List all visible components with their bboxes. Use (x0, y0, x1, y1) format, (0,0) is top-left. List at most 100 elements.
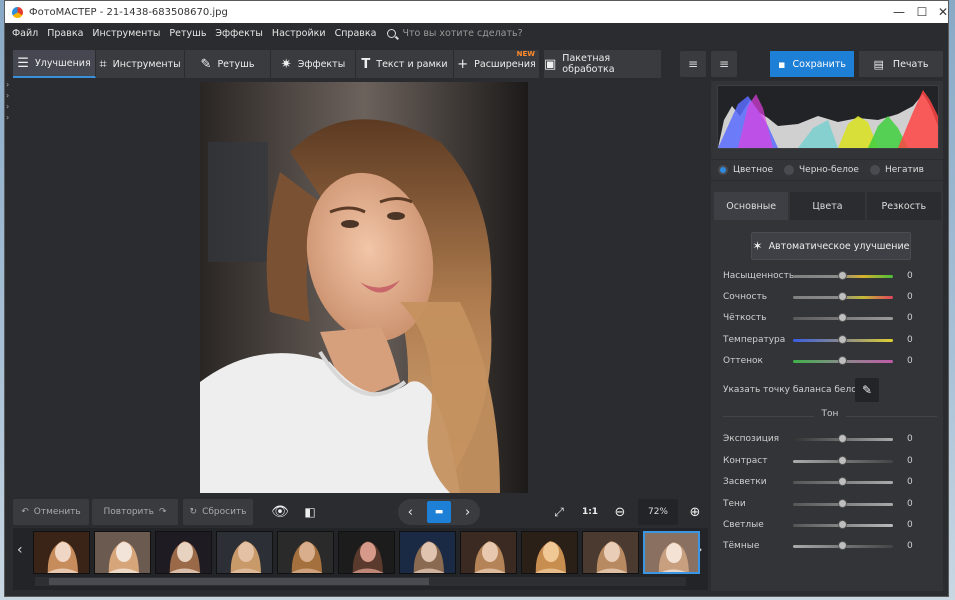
filmstrip-thumbnail[interactable] (155, 531, 212, 574)
radio-black-white-label: Черно-белое (799, 165, 859, 175)
menu-file[interactable]: Файл (12, 28, 38, 39)
slider-label: Чёткость (723, 313, 767, 323)
redo-button[interactable]: Повторить ↷ (92, 499, 178, 525)
tab-extensions[interactable]: + Расширения NEW (454, 50, 540, 78)
filmstrip-thumbnail[interactable] (94, 531, 151, 574)
zoom-in-button[interactable]: ⊕ (685, 499, 705, 525)
filmstrip-thumbnail[interactable] (521, 531, 578, 574)
menu-help[interactable]: Справка (335, 28, 377, 39)
zoom-out-button[interactable]: ⊖ (610, 499, 630, 525)
slider-label: Тени (723, 499, 746, 509)
slider-label: Сочность (723, 292, 767, 302)
image-canvas[interactable] (13, 79, 708, 495)
scrollbar-thumb[interactable] (49, 578, 429, 585)
slider-value: 0 (907, 541, 913, 551)
slider-handle[interactable] (838, 456, 847, 465)
slider-temperature[interactable]: Температура 0 (723, 333, 933, 347)
text-icon: T (361, 56, 371, 72)
radio-negative[interactable]: Негатив (869, 165, 924, 175)
slider-saturation[interactable]: Насыщенность 0 (723, 269, 933, 283)
brush-icon: ✎ (200, 56, 212, 72)
compare-button[interactable]: ◧ (297, 499, 323, 525)
filmstrip-scrollbar[interactable] (35, 577, 686, 586)
radio-color[interactable]: Цветное (718, 165, 773, 175)
sparkle-icon: ✷ (280, 56, 292, 72)
menu-edit[interactable]: Правка (47, 28, 83, 39)
slider-handle[interactable] (838, 520, 847, 529)
save-button[interactable]: ▪ Сохранить (770, 51, 854, 77)
white-balance-picker-button[interactable]: ✎ (855, 378, 879, 402)
slider-handle[interactable] (838, 313, 847, 322)
slider-shadows[interactable]: Тени 0 (723, 497, 933, 511)
slider-clarity[interactable]: Чёткость 0 (723, 311, 933, 325)
tab-effects-label: Эффекты (297, 58, 346, 70)
slider-highlights[interactable]: Засветки 0 (723, 475, 933, 489)
tab-enhancements-label: Улучшения (34, 57, 91, 69)
reset-button[interactable]: ↻ Сбросить (183, 499, 253, 525)
presets-settings-button[interactable]: ≡ (680, 51, 706, 77)
sliders-info-icon: ≡ (718, 57, 730, 71)
slider-blacks[interactable]: Тёмные 0 (723, 539, 933, 553)
save-label: Сохранить (792, 58, 846, 70)
tab-colors[interactable]: Цвета (790, 192, 865, 220)
tab-text-frames[interactable]: T Текст и рамки (356, 50, 454, 78)
zoom-value-field[interactable]: 72% (638, 499, 678, 525)
histogram-graph (718, 90, 938, 148)
chevron-right-icon: › (6, 102, 10, 111)
filmstrip-thumbnail[interactable] (399, 531, 456, 574)
slider-handle[interactable] (838, 499, 847, 508)
eye-icon: 👁 (271, 504, 289, 520)
filmstrip-thumbnail[interactable] (582, 531, 639, 574)
tab-enhancements[interactable]: ☰ Улучшения (13, 50, 96, 78)
slider-label: Насыщенность (723, 271, 795, 281)
slider-whites[interactable]: Светлые 0 (723, 518, 933, 532)
filmstrip-thumbnail[interactable] (33, 531, 90, 574)
file-navigation-group: ‹ ▬ › (398, 499, 480, 525)
white-balance-row: Указать точку баланса белого (723, 378, 933, 402)
edited-photo[interactable] (200, 82, 528, 493)
slider-tint[interactable]: Оттенок 0 (723, 354, 933, 368)
radio-empty-icon (869, 165, 880, 175)
filmstrip-thumbnail[interactable] (338, 531, 395, 574)
fit-to-window-button[interactable]: ⤢ (547, 499, 571, 525)
tab-basic[interactable]: Основные (714, 192, 789, 220)
menu-settings[interactable]: Настройки (272, 28, 326, 39)
plus-circle-icon: ⊕ (689, 504, 701, 520)
slider-exposure[interactable]: Экспозиция 0 (723, 432, 933, 446)
slider-handle[interactable] (838, 292, 847, 301)
tab-tools[interactable]: ⌗ Инструменты (96, 50, 185, 78)
close-button[interactable]: ✕ (926, 1, 948, 23)
tab-sharpness[interactable]: Резкость (866, 192, 941, 220)
preview-eye-button[interactable]: 👁 (266, 499, 294, 525)
slider-vibrance[interactable]: Сочность 0 (723, 290, 933, 304)
actual-size-button[interactable]: 1:1 (576, 499, 604, 525)
undo-button[interactable]: ↶ Отменить (13, 499, 89, 525)
tab-retouch[interactable]: ✎ Ретушь (185, 50, 271, 78)
filmstrip-thumbnail[interactable] (277, 531, 334, 574)
auto-enhance-button[interactable]: ✶ Автоматическое улучшение (751, 232, 911, 260)
filmstrip-prev-button[interactable]: ‹ (17, 542, 23, 558)
batch-processing-button[interactable]: ▣ Пакетная обработка (544, 50, 662, 78)
filmstrip-thumbnail[interactable] (216, 531, 273, 574)
slider-handle[interactable] (838, 271, 847, 280)
left-collapse-strip[interactable]: › › › › (5, 79, 13, 499)
filmstrip-thumbnail[interactable] (460, 531, 517, 574)
next-image-button[interactable]: › (465, 505, 470, 520)
slider-handle[interactable] (838, 477, 847, 486)
tab-effects[interactable]: ✷ Эффекты (271, 50, 356, 78)
search-box[interactable]: Что вы хотите сделать? (387, 28, 523, 39)
slider-handle[interactable] (838, 356, 847, 365)
menu-effects[interactable]: Эффекты (215, 28, 263, 39)
slider-handle[interactable] (838, 434, 847, 443)
print-button[interactable]: ▤ Печать (859, 51, 943, 77)
prev-image-button[interactable]: ‹ (408, 505, 413, 520)
open-folder-button[interactable]: ▬ (427, 501, 451, 523)
menu-retouch[interactable]: Ретушь (169, 28, 206, 39)
menu-tools[interactable]: Инструменты (92, 28, 160, 39)
radio-black-white[interactable]: Черно-белое (784, 165, 859, 175)
slider-handle[interactable] (838, 541, 847, 550)
presets-info-button[interactable]: ≡ (711, 51, 737, 77)
filmstrip-thumbnail[interactable] (643, 531, 700, 574)
slider-contrast[interactable]: Контраст 0 (723, 454, 933, 468)
slider-handle[interactable] (838, 335, 847, 344)
